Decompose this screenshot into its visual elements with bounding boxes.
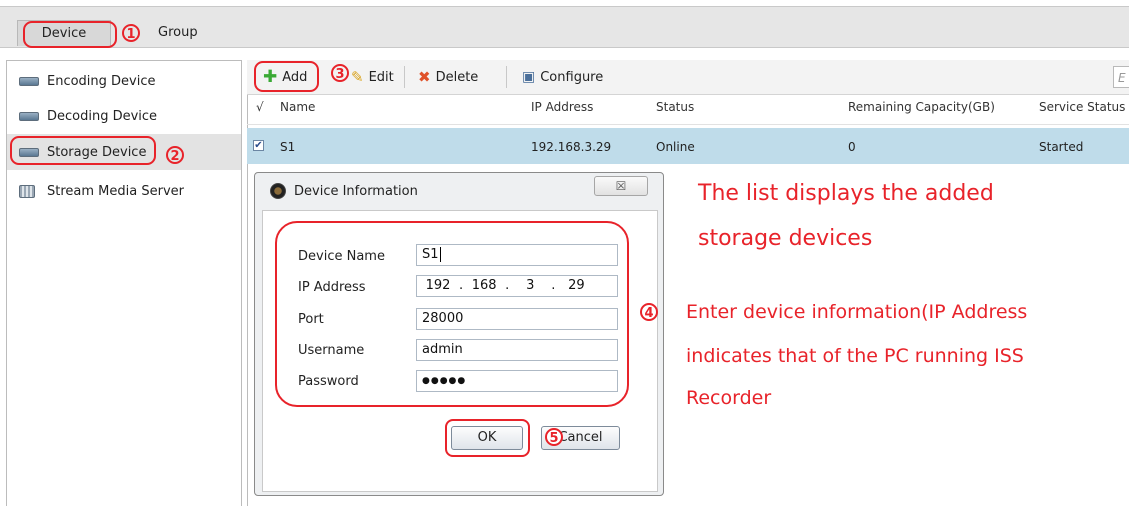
toolbar-divider [404, 66, 405, 88]
tab-group[interactable]: Group [158, 22, 198, 44]
step-3-marker: 3 [331, 64, 349, 82]
row-checkbox[interactable]: ✔ [253, 140, 264, 151]
device-type-sidebar: Encoding Device Decoding Device Storage … [6, 60, 242, 506]
dialog-title-bar: Device Information [270, 183, 418, 199]
header-divider [247, 124, 1129, 125]
cell-status: Online [656, 140, 695, 154]
list-note-line-1: The list displays the added [698, 181, 994, 206]
column-header-service-status[interactable]: Service Status [1039, 100, 1125, 114]
step-2-marker: 2 [166, 146, 184, 164]
list-note-line-2: storage devices [698, 226, 873, 251]
delete-x-icon: ✖ [418, 68, 431, 86]
column-header-status[interactable]: Status [656, 100, 694, 114]
delete-button[interactable]: ✖ Delete [418, 64, 478, 90]
sidebar-item-label: Decoding Device [47, 108, 158, 124]
column-header-capacity[interactable]: Remaining Capacity(GB) [848, 100, 995, 114]
search-input[interactable]: E [1113, 66, 1129, 88]
edit-button[interactable]: ✎ Edit [351, 64, 394, 90]
monitor-icon: ▣ [522, 69, 536, 85]
step-4-marker: 4 [640, 303, 658, 321]
info-note-line-2: indicates that of the PC running ISS [686, 345, 1024, 367]
cell-service-status: Started [1039, 140, 1084, 154]
app-logo-icon [270, 183, 286, 199]
info-note-line-1: Enter device information(IP Address [686, 301, 1028, 323]
sidebar-item-label: Encoding Device [47, 73, 156, 89]
encoding-device-icon [19, 76, 39, 86]
highlight-add-button [254, 61, 319, 92]
highlight-storage-device [10, 136, 156, 165]
configure-button[interactable]: ▣ Configure [522, 64, 603, 90]
select-all-header[interactable]: √ [256, 100, 264, 114]
column-header-ip[interactable]: IP Address [531, 100, 593, 114]
step-1-marker: 1 [122, 24, 140, 42]
highlight-ok-button [445, 419, 530, 457]
cell-ip: 192.168.3.29 [531, 140, 612, 154]
highlight-device-tab [23, 21, 117, 48]
edit-button-label: Edit [368, 69, 394, 85]
sidebar-item-decoding-device[interactable]: Decoding Device [7, 98, 241, 134]
delete-button-label: Delete [435, 69, 479, 85]
sidebar-item-stream-media-server[interactable]: Stream Media Server [7, 173, 241, 209]
server-icon [19, 184, 35, 198]
info-note-line-3: Recorder [686, 387, 772, 409]
cell-name: S1 [280, 140, 296, 154]
cell-capacity: 0 [848, 140, 856, 154]
highlight-device-fields [275, 221, 629, 407]
decoding-device-icon [19, 111, 39, 121]
step-5-marker: 5 [545, 428, 563, 446]
close-icon[interactable]: ☒ [594, 176, 648, 196]
configure-button-label: Configure [540, 69, 604, 85]
dialog-title: Device Information [294, 183, 418, 199]
sidebar-item-encoding-device[interactable]: Encoding Device [7, 63, 241, 99]
toolbar-divider [506, 66, 507, 88]
pencil-icon: ✎ [351, 68, 364, 86]
column-header-name[interactable]: Name [280, 100, 315, 114]
sidebar-item-label: Stream Media Server [47, 183, 184, 199]
